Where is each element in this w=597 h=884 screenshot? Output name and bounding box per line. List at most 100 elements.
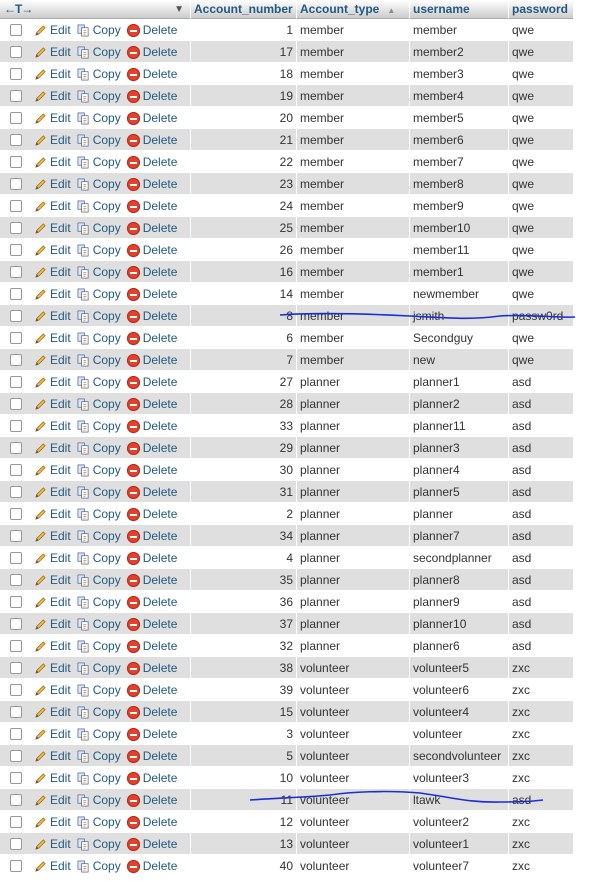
edit-link[interactable]: Edit bbox=[34, 639, 71, 653]
copy-link[interactable]: Copy bbox=[77, 45, 121, 59]
cell-account-type[interactable]: member bbox=[297, 349, 410, 371]
copy-label[interactable]: Copy bbox=[93, 45, 121, 59]
row-checkbox[interactable] bbox=[10, 221, 22, 234]
delete-link[interactable]: Delete bbox=[126, 419, 178, 433]
table-row[interactable]: Edit Copy Delete 33 planner planner11 asd bbox=[0, 415, 574, 437]
cell-password[interactable]: passw0rd bbox=[509, 305, 574, 327]
delete-link[interactable]: Delete bbox=[126, 397, 177, 411]
edit-label[interactable]: Edit bbox=[50, 177, 71, 191]
edit-label[interactable]: Edit bbox=[50, 45, 71, 59]
cell-account-type[interactable]: volunteer bbox=[297, 657, 410, 679]
cell-username[interactable]: volunteer2 bbox=[410, 811, 509, 833]
table-row[interactable]: Edit Copy Delete 40 volunteer volunteer7 zxc bbox=[0, 855, 574, 877]
delete-link[interactable]: Delete bbox=[126, 529, 178, 543]
copy-link[interactable]: Copy bbox=[77, 463, 121, 477]
cell-password[interactable]: qwe bbox=[509, 283, 574, 305]
delete-link[interactable]: Delete bbox=[126, 199, 177, 213]
column-arrows-icon[interactable]: ←T→ bbox=[4, 2, 33, 16]
cell-password[interactable]: asd bbox=[509, 371, 574, 393]
edit-link[interactable]: Edit bbox=[34, 771, 71, 785]
copy-label[interactable]: Copy bbox=[93, 815, 121, 829]
copy-label[interactable]: Copy bbox=[93, 199, 121, 213]
row-checkbox[interactable] bbox=[10, 551, 22, 564]
cell-account-type[interactable]: volunteer bbox=[297, 833, 410, 855]
delete-label[interactable]: Delete bbox=[143, 837, 178, 851]
cell-account-type[interactable]: member bbox=[297, 41, 410, 63]
row-checkbox[interactable] bbox=[10, 67, 22, 80]
edit-link[interactable]: Edit bbox=[34, 133, 71, 147]
copy-label[interactable]: Copy bbox=[93, 683, 121, 697]
row-checkbox[interactable] bbox=[10, 529, 22, 542]
row-checkbox[interactable] bbox=[10, 727, 22, 740]
cell-account-type[interactable]: planner bbox=[297, 437, 410, 459]
edit-label[interactable]: Edit bbox=[50, 485, 71, 499]
row-checkbox[interactable] bbox=[10, 45, 22, 58]
cell-password[interactable]: asd bbox=[509, 613, 574, 635]
edit-link[interactable]: Edit bbox=[34, 793, 71, 807]
cell-account-type[interactable]: volunteer bbox=[297, 745, 410, 767]
row-checkbox[interactable] bbox=[10, 705, 22, 718]
table-row[interactable]: Edit Copy Delete 16 member member1 qwe bbox=[0, 261, 574, 283]
copy-link[interactable]: Copy bbox=[77, 419, 121, 433]
cell-password[interactable]: asd bbox=[509, 635, 574, 657]
copy-label[interactable]: Copy bbox=[93, 397, 121, 411]
cell-password[interactable]: qwe bbox=[509, 107, 574, 129]
table-row[interactable]: Edit Copy Delete 31 planner planner5 asd bbox=[0, 481, 574, 503]
cell-account-number[interactable]: 13 bbox=[191, 833, 297, 855]
table-row[interactable]: Edit Copy Delete 6 member Secondguy qwe bbox=[0, 327, 574, 349]
delete-link[interactable]: Delete bbox=[126, 265, 177, 279]
cell-account-number[interactable]: 7 bbox=[191, 349, 297, 371]
cell-password[interactable]: zxc bbox=[509, 833, 574, 855]
copy-link[interactable]: Copy bbox=[77, 793, 121, 807]
delete-link[interactable]: Delete bbox=[126, 287, 177, 301]
copy-label[interactable]: Copy bbox=[93, 419, 121, 433]
copy-link[interactable]: Copy bbox=[77, 551, 121, 565]
cell-account-number[interactable]: 17 bbox=[191, 41, 297, 63]
cell-username[interactable]: volunteer7 bbox=[410, 855, 509, 877]
cell-username[interactable]: new bbox=[410, 349, 509, 371]
table-row[interactable]: Edit Copy Delete 8 member jsmith passw0rd bbox=[0, 305, 574, 327]
cell-account-number[interactable]: 3 bbox=[191, 723, 297, 745]
cell-password[interactable]: zxc bbox=[509, 811, 574, 833]
delete-link[interactable]: Delete bbox=[126, 375, 177, 389]
edit-label[interactable]: Edit bbox=[50, 573, 71, 587]
delete-label[interactable]: Delete bbox=[143, 529, 178, 543]
copy-label[interactable]: Copy bbox=[93, 859, 121, 873]
cell-account-type[interactable]: volunteer bbox=[297, 855, 410, 877]
copy-label[interactable]: Copy bbox=[93, 111, 121, 125]
table-row[interactable]: Edit Copy Delete 5 volunteer secondvolunteer z… bbox=[0, 745, 574, 767]
edit-link[interactable]: Edit bbox=[34, 309, 71, 323]
delete-link[interactable]: Delete bbox=[126, 133, 177, 147]
cell-account-number[interactable]: 33 bbox=[191, 415, 297, 437]
copy-label[interactable]: Copy bbox=[93, 177, 121, 191]
cell-account-number[interactable]: 25 bbox=[191, 217, 297, 239]
cell-account-type[interactable]: member bbox=[297, 217, 410, 239]
delete-label[interactable]: Delete bbox=[143, 67, 178, 81]
cell-account-type[interactable]: volunteer bbox=[297, 723, 410, 745]
delete-label[interactable]: Delete bbox=[143, 485, 178, 499]
cell-account-type[interactable]: member bbox=[297, 63, 410, 85]
table-row[interactable]: Edit Copy Delete 36 planner planner9 asd bbox=[0, 591, 574, 613]
edit-link[interactable]: Edit bbox=[34, 727, 71, 741]
edit-link[interactable]: Edit bbox=[34, 507, 71, 521]
delete-label[interactable]: Delete bbox=[143, 573, 178, 587]
row-checkbox[interactable] bbox=[10, 89, 22, 102]
copy-label[interactable]: Copy bbox=[93, 441, 121, 455]
edit-link[interactable]: Edit bbox=[34, 155, 71, 169]
copy-link[interactable]: Copy bbox=[77, 485, 121, 499]
cell-account-number[interactable]: 30 bbox=[191, 459, 297, 481]
copy-label[interactable]: Copy bbox=[93, 793, 121, 807]
cell-account-number[interactable]: 16 bbox=[191, 261, 297, 283]
cell-password[interactable]: zxc bbox=[509, 745, 574, 767]
edit-link[interactable]: Edit bbox=[34, 683, 71, 697]
copy-link[interactable]: Copy bbox=[77, 199, 121, 213]
delete-label[interactable]: Delete bbox=[143, 419, 178, 433]
delete-link[interactable]: Delete bbox=[126, 89, 177, 103]
row-checkbox[interactable] bbox=[10, 683, 22, 696]
copy-link[interactable]: Copy bbox=[77, 837, 121, 851]
copy-link[interactable]: Copy bbox=[77, 133, 121, 147]
delete-label[interactable]: Delete bbox=[143, 111, 178, 125]
edit-label[interactable]: Edit bbox=[50, 683, 71, 697]
copy-link[interactable]: Copy bbox=[77, 397, 121, 411]
edit-label[interactable]: Edit bbox=[50, 265, 71, 279]
